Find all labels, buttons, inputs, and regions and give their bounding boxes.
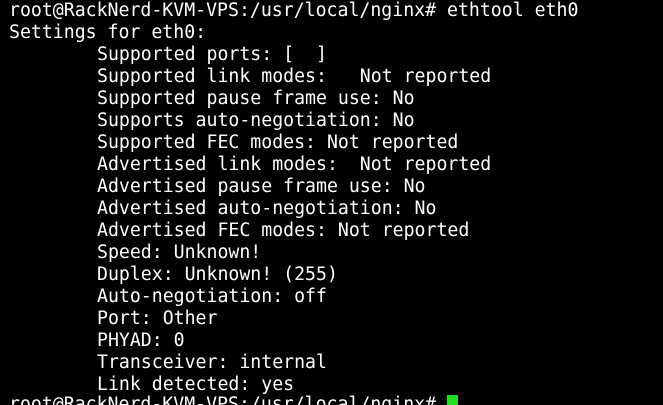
output-header: Settings for eth0: [9,22,207,43]
setting-line: PHYAD: 0 [97,330,185,351]
prompt-text: root@RackNerd-KVM-VPS:/usr/local/nginx# [9,394,447,405]
prompt-line[interactable]: root@RackNerd-KVM-VPS:/usr/local/nginx# [9,394,458,405]
setting-line: Link detected: yes [97,374,295,395]
setting-line: Duplex: Unknown! (255) [97,264,338,285]
setting-line: Port: Other [97,308,218,329]
setting-line: Supported FEC modes: Not reported [97,132,459,153]
setting-line: Advertised link modes: Not reported [97,154,492,175]
setting-line: Supported pause frame use: No [97,88,415,109]
setting-line: Supports auto-negotiation: No [97,110,415,131]
command-line: root@RackNerd-KVM-VPS:/usr/local/nginx# … [9,0,579,21]
setting-line: Advertised auto-negotiation: No [97,198,437,219]
setting-line: Supported link modes: Not reported [97,66,492,87]
setting-line: Advertised FEC modes: Not reported [97,220,470,241]
setting-line: Speed: Unknown! [97,242,262,263]
terminal-window[interactable]: root@RackNerd-KVM-VPS:/usr/local/nginx# … [0,0,663,405]
setting-line: Advertised pause frame use: No [97,176,426,197]
setting-line: Supported ports: [ ] [97,44,327,65]
setting-line: Transceiver: internal [97,352,327,373]
setting-line: Auto-negotiation: off [97,286,327,307]
cursor-block [447,395,458,405]
